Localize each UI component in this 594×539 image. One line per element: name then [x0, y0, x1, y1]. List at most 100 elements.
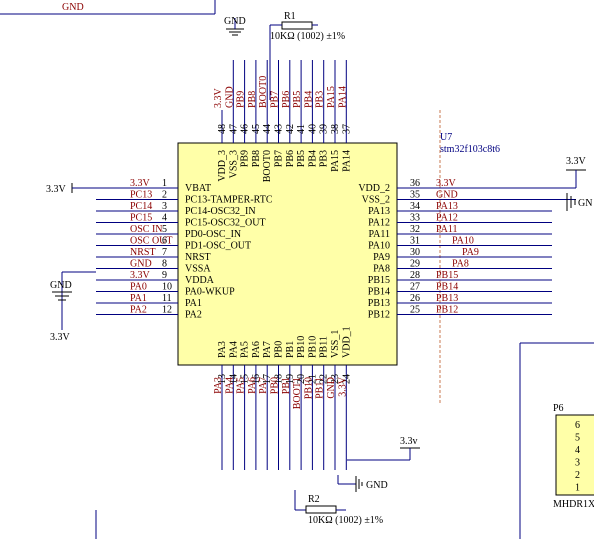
schematic-canvas: GND GND R1 10KΩ (1002) ±1% U7 stm32f103c…: [0, 0, 594, 539]
vcc-right-label: 3.3V: [566, 156, 587, 167]
top-pin-num: 40: [307, 124, 318, 134]
left-pin-num: 12: [162, 305, 172, 316]
header-pin-num: 2: [575, 470, 580, 481]
left-pin-name: PA0-WKUP: [185, 287, 235, 298]
top-pin-net: PB7: [270, 91, 281, 108]
bottom-pin-name: PB1: [285, 341, 296, 358]
vcc-left-label: 3.3V: [46, 184, 67, 195]
right-pin-num: 26: [410, 293, 420, 304]
top-pin-name: PB3: [319, 150, 330, 167]
vcc-left-lower-label: 3.3V: [50, 332, 71, 343]
right-pin-name: PA12: [368, 218, 390, 229]
left-pin-num: 11: [162, 293, 172, 304]
top-pin-name: PA14: [341, 150, 352, 172]
right-pin-num: 34: [410, 201, 420, 212]
bottom-pin-net: PB0: [270, 377, 281, 394]
top-pin-name: PB5: [296, 150, 307, 167]
top-pin-name: PB7: [274, 150, 285, 167]
left-pin-num: 10: [162, 282, 172, 293]
top-pin-name: PA15: [330, 150, 341, 172]
left-pin-net: 3.3V: [130, 178, 151, 189]
vcc-left: 3.3V: [46, 183, 96, 195]
bottom-pin-net: PB11: [315, 377, 326, 399]
top-pin-num: 42: [285, 124, 296, 134]
right-pin-num: 31: [410, 236, 420, 247]
r2-value: 10KΩ (1002) ±1%: [308, 515, 383, 526]
bottom-pin-net: PB10: [303, 377, 314, 399]
right-pin-net: PB12: [436, 305, 458, 316]
left-pin-net: PC13: [130, 190, 152, 201]
left-pin-num: 2: [162, 190, 167, 201]
left-pin-name: PD1-OSC_OUT: [185, 241, 251, 252]
top-pin-net: PB5: [292, 91, 303, 108]
right-pin-num: 28: [410, 270, 420, 281]
left-pin-num: 9: [162, 270, 167, 281]
right-pin-net: PA9: [462, 247, 479, 258]
top-pin-net: PB3: [315, 91, 326, 108]
top-pin-name: BOOT0: [262, 150, 273, 182]
left-pin-name: PA2: [185, 310, 202, 321]
left-pin-name: PA1: [185, 298, 202, 309]
left-pin-net: OSC IN: [130, 224, 163, 235]
right-pin-num: 32: [410, 224, 420, 235]
r1-ref: R1: [284, 11, 296, 22]
top-pin-name: VDD_3: [217, 150, 228, 182]
chip-body: [177, 142, 398, 366]
header-pin-num: 6: [575, 420, 580, 431]
bottom-pin-name: PA3: [217, 341, 228, 358]
bottom-pin-net: PB1: [281, 377, 292, 394]
right-pin-num: 29: [410, 259, 420, 270]
left-pin-name: VSSA: [185, 264, 211, 275]
left-pin-num: 4: [162, 213, 167, 224]
left-pin-net: PA0: [130, 282, 147, 293]
bottom-pin-net: PA5: [236, 377, 247, 394]
top-pin-name: VSS_3: [228, 150, 239, 178]
right-pin-net: PB13: [436, 293, 458, 304]
right-pin-net: PB15: [436, 270, 458, 281]
r2-ref: R2: [308, 494, 320, 505]
chip-ref: U7: [440, 132, 452, 143]
top-pin-num: 46: [240, 124, 251, 134]
top-pin-num: 37: [341, 124, 352, 134]
left-pin-name: VBAT: [185, 183, 211, 194]
vcc-bottom: 3.3v: [347, 436, 420, 461]
gnd-right-label: GN: [578, 198, 592, 209]
top-pin-num: 48: [217, 124, 228, 134]
top-pin-net: PB8: [247, 91, 258, 108]
header-name: MHDR1X: [553, 499, 594, 510]
left-pin-num: 7: [162, 247, 167, 258]
left-pin-num: 6: [162, 236, 167, 247]
top-pin-num: 44: [262, 124, 273, 134]
gnd-symbol-top: GND: [224, 16, 246, 36]
gnd-right: GN: [566, 193, 592, 211]
right-pin-name: PA13: [368, 206, 390, 217]
right-pin-name: PA11: [369, 229, 391, 240]
vcc-bottom-label: 3.3v: [400, 436, 418, 447]
left-pin-name: PD0-OSC_IN: [185, 229, 241, 240]
top-pin-name: PB9: [240, 150, 251, 167]
bottom-pin-name: VDD_1: [341, 326, 352, 358]
top-pin-net: PA14: [337, 86, 348, 108]
top-pin-name: PB6: [285, 150, 296, 167]
right-pin-net: PA13: [436, 201, 458, 212]
header-pin-num: 3: [575, 458, 580, 469]
top-pin-net: GND: [224, 86, 235, 108]
left-pin-net: NRST: [130, 247, 156, 258]
top-pin-name: PB8: [251, 150, 262, 167]
top-pin-num: 41: [296, 124, 307, 134]
gnd-label-topleft: GND: [62, 2, 84, 13]
left-pin-name: PC14-OSC32_IN: [185, 206, 256, 217]
gnd-bottom: GND: [337, 475, 388, 492]
left-pin-num: 3: [162, 201, 167, 212]
right-pin-net: PA10: [452, 236, 474, 247]
left-pin-num: 8: [162, 259, 167, 270]
resistor-r2: R2 10KΩ (1002) ±1%: [294, 490, 383, 526]
header-pin-num: 1: [575, 483, 580, 494]
left-pin-net: PC15: [130, 213, 152, 224]
top-pin-num: 45: [251, 124, 262, 134]
bottom-pin-net: PA6: [247, 377, 258, 394]
right-pin-name: PA10: [368, 241, 390, 252]
top-pin-net: PB4: [303, 91, 314, 108]
left-pin-net: PA1: [130, 293, 147, 304]
bottom-pin-name: PA5: [240, 341, 251, 358]
